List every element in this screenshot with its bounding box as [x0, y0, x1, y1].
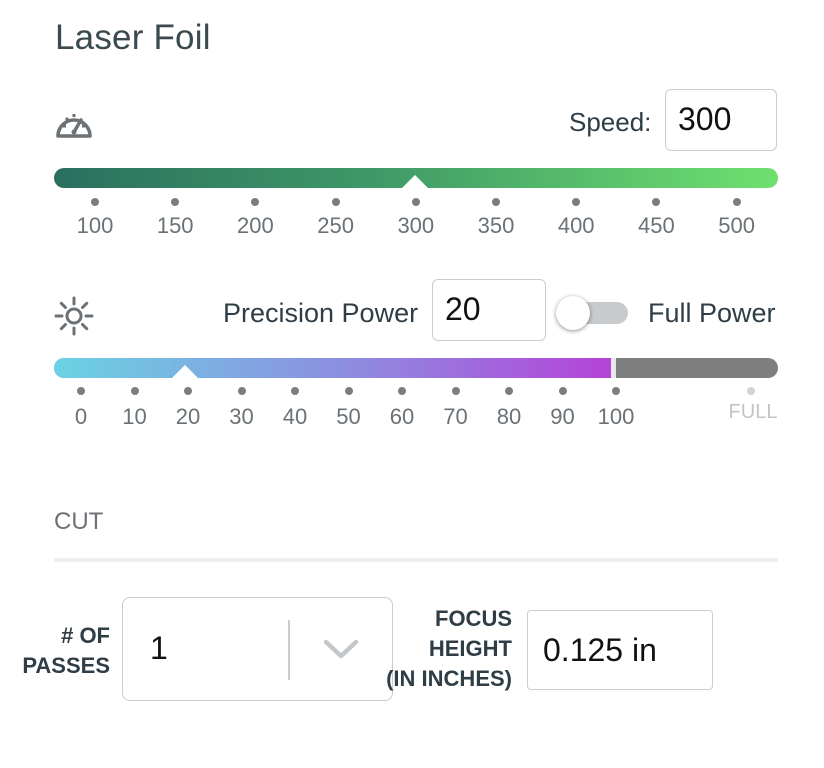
speed-tick-dot [411, 198, 420, 206]
speed-tick-dot [331, 198, 340, 206]
focus-height-label: FOCUS HEIGHT (IN INCHES) [370, 604, 512, 694]
speed-slider-thumb[interactable] [402, 175, 428, 188]
speed-tick-label: 200 [237, 213, 274, 238]
power-tick-label: 30 [229, 404, 254, 429]
focus-label-line: (IN INCHES) [386, 666, 512, 691]
power-tick-label: 60 [389, 404, 415, 429]
brightness-icon [54, 296, 94, 336]
speed-tick-dot [91, 198, 99, 206]
speed-input[interactable]: 300 [665, 89, 777, 151]
power-tick-dot [612, 387, 620, 395]
power-slider[interactable] [54, 358, 778, 378]
speed-tick-label: 450 [638, 213, 675, 238]
power-tick-label: 0 [74, 404, 88, 429]
passes-label-line: PASSES [22, 653, 110, 678]
power-slider-divider [611, 358, 616, 378]
focus-label-line: FOCUS [435, 606, 512, 631]
passes-value: 1 [150, 630, 168, 666]
select-separator [288, 620, 290, 680]
speed-tick-label: 400 [557, 213, 595, 238]
speed-tick-label: 350 [477, 213, 515, 238]
speed-tick-label: 250 [317, 213, 354, 238]
chevron-down-icon[interactable] [322, 636, 360, 662]
power-tick-label: 100 [597, 404, 635, 429]
full-power-toggle-knob[interactable] [556, 296, 590, 330]
power-tick-dot [184, 387, 192, 395]
power-tick-dot [398, 387, 406, 395]
power-tick-dot [558, 387, 567, 395]
speed-tick-dot [251, 198, 260, 206]
passes-label: # OF PASSES [20, 621, 110, 681]
power-tick-label: 80 [496, 404, 522, 429]
passes-label-line: # OF [61, 623, 110, 648]
power-tick-label: 40 [282, 404, 308, 429]
power-tick-dot [130, 387, 139, 395]
speedometer-icon [56, 114, 92, 138]
speed-tick-label: 150 [156, 213, 194, 238]
power-slider-gradient [54, 358, 611, 378]
speed-tick-label: 500 [718, 213, 755, 238]
power-input[interactable]: 20 [432, 279, 546, 341]
speed-tick-dot [572, 198, 581, 206]
speed-tick-dot [171, 198, 180, 206]
speed-tick-label: 300 [397, 213, 435, 238]
power-tick-dot [291, 387, 299, 395]
power-tick-dot [77, 387, 85, 395]
power-tick-label: 10 [122, 404, 147, 429]
power-tick-label: 50 [336, 404, 361, 429]
power-tick-dot [451, 387, 460, 395]
page-title: Laser Foil [55, 18, 211, 57]
power-full-tick-dot [747, 387, 755, 395]
power-full-tick-label: FULL [728, 401, 778, 423]
speed-tick-label: 100 [76, 213, 114, 238]
speed-tick-dot [652, 198, 661, 206]
speed-label: Speed: [569, 107, 652, 137]
precision-power-label: Precision Power [223, 298, 419, 328]
power-slider-thumb[interactable] [172, 365, 198, 378]
section-divider [54, 558, 778, 562]
speed-tick-dot [492, 198, 500, 206]
power-tick-label: 70 [443, 404, 468, 429]
speed-tick-dot [732, 198, 741, 206]
power-tick-label: 90 [550, 404, 575, 429]
section-heading-cut: CUT [54, 508, 104, 535]
focus-label-line: HEIGHT [428, 636, 512, 661]
power-tick-dot [505, 387, 513, 395]
focus-height-input[interactable]: 0.125 in [527, 610, 713, 690]
full-power-label: Full Power [648, 298, 776, 328]
power-tick-dot [344, 387, 353, 395]
power-tick-dot [237, 387, 246, 395]
power-tick-label: 20 [175, 404, 201, 429]
